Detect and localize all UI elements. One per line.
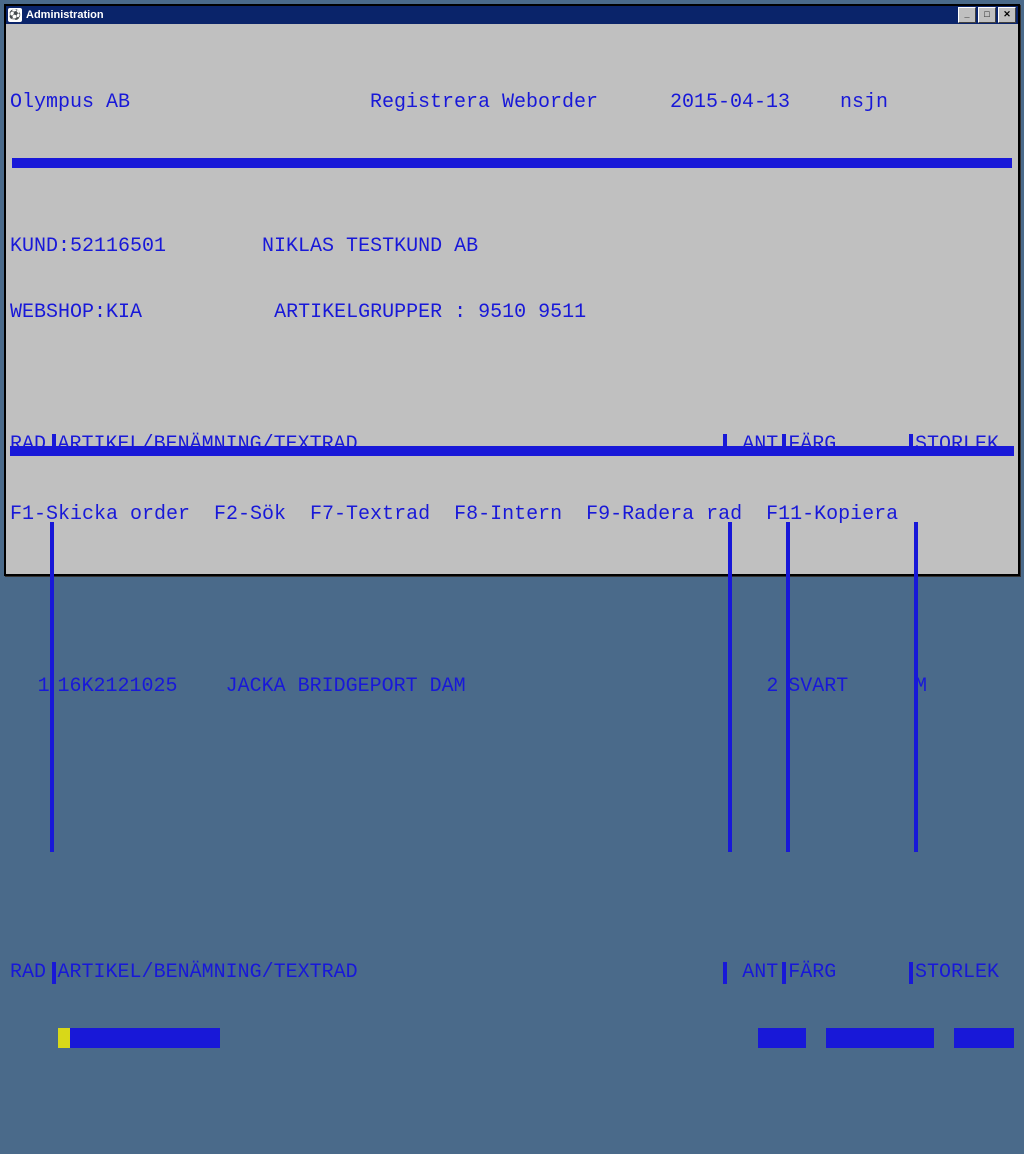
header-line: Olympus AB Registrera Weborder 2015-04-1… bbox=[10, 92, 1014, 114]
icol-storlek: STORLEK bbox=[915, 962, 1014, 984]
row-artikel: 16K2121025 JACKA BRIDGEPORT DAM bbox=[58, 676, 721, 698]
icol-rad: RAD bbox=[10, 962, 50, 984]
app-window: ⚽ Administration _ □ ✕ Olympus AB Regist… bbox=[4, 4, 1020, 576]
app-icon: ⚽ bbox=[8, 8, 22, 22]
kund-number: 52116501 bbox=[70, 235, 166, 258]
row-ant: 2 bbox=[729, 676, 781, 698]
header-separator bbox=[12, 158, 1012, 168]
icol-artikel: ARTIKEL/BENÄMNING/TEXTRAD bbox=[58, 962, 721, 984]
close-button[interactable]: ✕ bbox=[998, 7, 1016, 23]
row-farg: SVART bbox=[788, 676, 907, 698]
artgrp-value: 9510 9511 bbox=[478, 301, 586, 324]
company-name: Olympus AB bbox=[10, 92, 370, 114]
icol-farg: FÄRG bbox=[788, 962, 907, 984]
window-title: Administration bbox=[26, 9, 958, 21]
grid-data: 1 16K2121025 JACKA BRIDGEPORT DAM 2 SVAR… bbox=[10, 522, 1014, 852]
table-row: 1 16K2121025 JACKA BRIDGEPORT DAM 2 SVAR… bbox=[10, 676, 1014, 698]
function-keys: F1-Skicka order F2-Sök F7-Textrad F8-Int… bbox=[10, 402, 1014, 570]
farg-input[interactable] bbox=[826, 1028, 934, 1055]
footer-separator bbox=[10, 446, 1014, 456]
input-row bbox=[10, 1028, 1014, 1055]
titlebar[interactable]: ⚽ Administration _ □ ✕ bbox=[6, 6, 1018, 24]
customer-line: KUND:52116501 NIKLAS TESTKUND AB bbox=[10, 236, 1014, 258]
artikel-input[interactable] bbox=[58, 1028, 220, 1055]
storlek-input[interactable] bbox=[954, 1028, 1014, 1055]
terminal-screen: Olympus AB Registrera Weborder 2015-04-1… bbox=[6, 24, 1018, 574]
icol-ant: ANT bbox=[729, 962, 781, 984]
kund-name: NIKLAS TESTKUND AB bbox=[262, 235, 478, 258]
webshop-value: KIA bbox=[106, 301, 142, 324]
fnkey-text: F1-Skicka order F2-Sök F7-Textrad F8-Int… bbox=[10, 504, 1014, 526]
minimize-button[interactable]: _ bbox=[958, 7, 976, 23]
maximize-button[interactable]: □ bbox=[978, 7, 996, 23]
header-user: nsjn bbox=[840, 92, 888, 114]
text-cursor bbox=[58, 1028, 70, 1048]
webshop-label: WEBSHOP: bbox=[10, 301, 106, 324]
kund-label: KUND: bbox=[10, 235, 70, 258]
artgrp-label: ARTIKELGRUPPER : bbox=[274, 301, 466, 324]
webshop-line: WEBSHOP:KIA ARTIKELGRUPPER : 9510 9511 bbox=[10, 302, 1014, 324]
input-column-headers: RAD ARTIKEL/BENÄMNING/TEXTRAD ANT FÄRG S… bbox=[10, 962, 1014, 984]
row-storlek: M bbox=[915, 676, 1014, 698]
screen-title: Registrera Weborder bbox=[370, 92, 670, 114]
ant-input[interactable] bbox=[758, 1028, 806, 1055]
row-rad: 1 bbox=[10, 676, 50, 698]
header-date: 2015-04-13 bbox=[670, 92, 840, 114]
